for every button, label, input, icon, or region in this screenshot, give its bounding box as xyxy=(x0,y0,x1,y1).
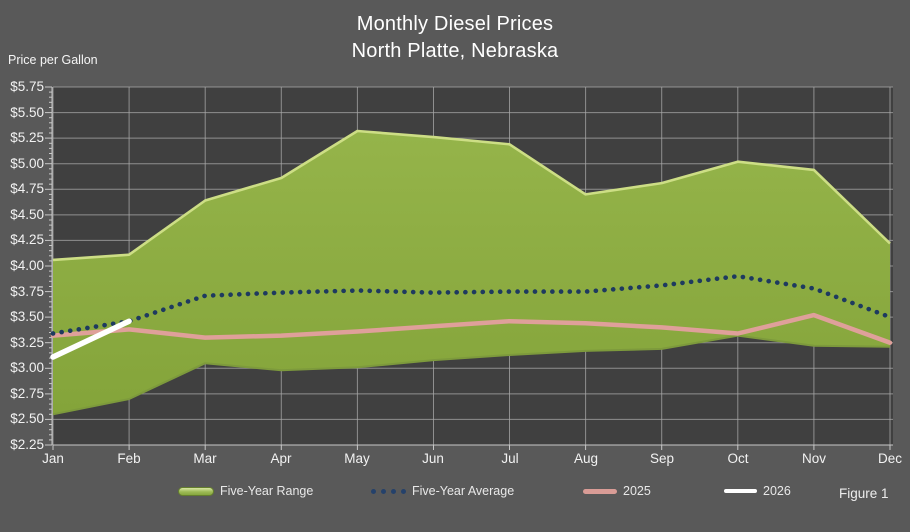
legend-item-2025: 2025 xyxy=(583,483,651,499)
y-tick-label: $3.50 xyxy=(10,309,44,324)
y-tick-label: $3.75 xyxy=(10,284,44,299)
y-tick-label: $2.50 xyxy=(10,411,44,426)
y-tick-label: $4.75 xyxy=(10,181,44,196)
x-tick-label: Nov xyxy=(801,451,826,466)
y-tick-label: $2.75 xyxy=(10,386,44,401)
y-tick-label: $3.25 xyxy=(10,335,44,350)
x-tick-label: Mar xyxy=(193,451,217,466)
y-tick-label: $4.00 xyxy=(10,258,44,273)
x-tick-label: Feb xyxy=(117,451,141,466)
legend-label-2025: 2025 xyxy=(623,484,651,498)
x-tick-label: May xyxy=(344,451,370,466)
legend-label-2026: 2026 xyxy=(763,484,791,498)
x-tick-label: Oct xyxy=(727,451,749,466)
figure-caption: Figure 1 xyxy=(839,486,889,501)
legend-item-five-year-average: Five-Year Average xyxy=(371,483,514,499)
x-tick-label: Sep xyxy=(649,451,675,466)
x-tick-label: Dec xyxy=(877,451,902,466)
x-tick-label: Aug xyxy=(573,451,599,466)
y-tick-label: $4.50 xyxy=(10,207,44,222)
x-tick-label: Jan xyxy=(42,451,64,466)
y-tick-label: $3.00 xyxy=(10,360,44,375)
x-tick-label: Apr xyxy=(270,451,292,466)
legend-item-five-year-range: Five-Year Range xyxy=(178,483,313,499)
line-2025-swatch-icon xyxy=(583,488,617,494)
x-tick-label: Jul xyxy=(501,451,519,466)
x-tick-label: Jun xyxy=(422,451,444,466)
legend-item-2026: 2026 xyxy=(724,483,791,499)
legend-label-five-year-range: Five-Year Range xyxy=(220,484,314,498)
y-tick-label: $5.00 xyxy=(10,156,44,171)
legend-label-five-year-average: Five-Year Average xyxy=(412,484,515,498)
y-tick-label: $5.75 xyxy=(10,79,44,94)
y-tick-label: $4.25 xyxy=(10,232,44,247)
line-2026-swatch-icon xyxy=(724,488,757,494)
five-year-range-swatch-icon xyxy=(178,486,214,496)
chart-figure: Monthly Diesel Prices North Platte, Nebr… xyxy=(0,0,910,532)
y-tick-label: $5.50 xyxy=(10,105,44,120)
y-tick-label: $5.25 xyxy=(10,130,44,145)
five-year-average-swatch-icon xyxy=(371,488,406,494)
